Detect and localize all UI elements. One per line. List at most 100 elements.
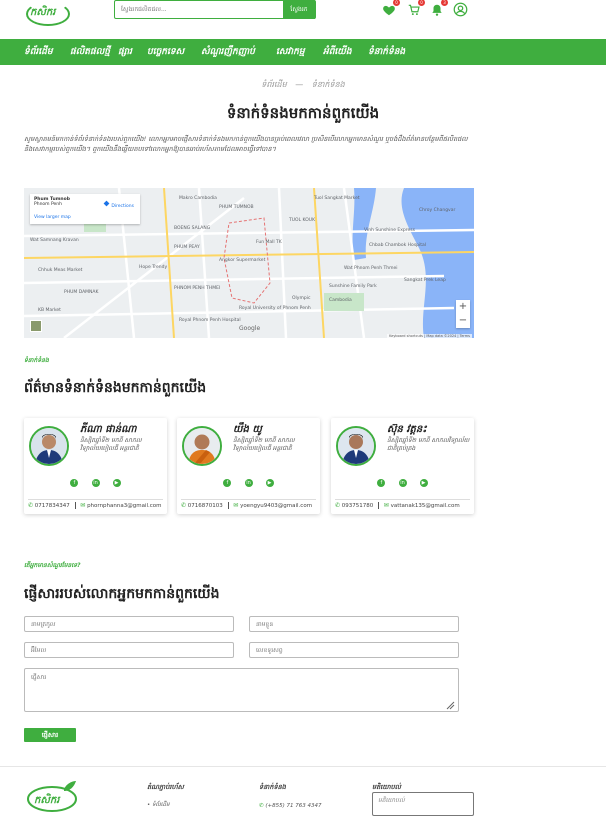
contact-page: កសិករ ស្វែងរក 0 0 3 ទំព័រដើម [0, 0, 606, 816]
map-label: Cambodia [329, 298, 352, 303]
map-label: Olympic [292, 296, 311, 301]
team-card: ភីណា ផាន់ណា និស្សិតឆ្នាំទី២ មកពី សាកលវិទ… [24, 418, 167, 514]
last-name-field[interactable] [24, 616, 234, 632]
team-card: ស៊ុន វត្តនះ និស្សិតឆ្នាំទី២ មកពី សាកលវិទ… [331, 418, 474, 514]
resize-grip-icon[interactable] [445, 700, 455, 710]
divider [227, 502, 229, 509]
search-bar: ស្វែងរក [114, 0, 316, 19]
feedback-input[interactable]: មតិយោបល់ [372, 792, 474, 816]
nav-item-contact[interactable]: ទំនាក់ទំនង [368, 39, 405, 65]
nav-item-faq[interactable]: សំណួរញឹកញាប់ [201, 39, 255, 65]
map-label: Angkor Supermarket [219, 258, 266, 263]
zoom-in-button[interactable]: + [456, 300, 470, 314]
footer-phone[interactable]: ✆ (+855) 71 763 4347 [259, 803, 322, 809]
map-label: Chroy Changvar [419, 208, 456, 213]
footer-logo[interactable]: កសិករ [24, 779, 80, 813]
directions-link[interactable]: Directions [103, 200, 134, 209]
wishlist-button[interactable]: 0 [382, 0, 400, 16]
linkedin-icon[interactable]: in [244, 479, 253, 487]
phone-field[interactable] [249, 642, 459, 658]
contact-title: ព័ត៌មានទំនាក់ទំនងមកកាន់ពួកយើង [24, 380, 207, 396]
avatar [336, 426, 376, 466]
facebook-icon[interactable]: f [223, 479, 232, 487]
map-place-card: Phum Tumnob Phnom Penh View larger map D… [30, 194, 140, 224]
map-label: Fun Mall TK [256, 240, 282, 245]
footer-link-home[interactable]: • ទំព័រដើម [147, 801, 169, 809]
form-subtitle: តើអ្នកមានសំណួរមែនទេ? [24, 562, 81, 569]
map-label: Royal University of Phnom Penh [239, 306, 311, 311]
breadcrumb: ទំព័រដើម — ទំនាក់ទំនង [0, 79, 606, 91]
first-name-field[interactable] [249, 616, 459, 632]
member-phone[interactable]: 0716870103 [188, 503, 223, 509]
divider [378, 502, 380, 509]
member-phone[interactable]: 0717834347 [35, 503, 70, 509]
nav-item-market[interactable]: ផ្សារ [118, 39, 132, 65]
map-label: Sangkat Prek Leap [404, 278, 446, 283]
cart-button[interactable]: 0 [407, 0, 425, 16]
view-larger-map-link[interactable]: View larger map [34, 215, 136, 220]
map-label: Royal Phnom Penh Hospital [179, 318, 241, 323]
breadcrumb-home[interactable]: ទំព័រដើម [261, 80, 286, 89]
phone-icon: ✆ [335, 502, 341, 509]
member-email[interactable]: phornphanna3@gmail.com [87, 503, 161, 509]
email-field[interactable] [24, 642, 234, 658]
phone-icon: ✆ [181, 502, 187, 509]
linkedin-icon[interactable]: in [398, 479, 407, 487]
nav-item-technique[interactable]: បច្ចេកទេស [147, 39, 184, 65]
map-label: Vinh Sunshine Express [364, 228, 415, 233]
member-contact: ✆ 0717834347 ✉ phornphanna3@gmail.com [28, 499, 163, 509]
wishlist-count: 0 [393, 0, 400, 6]
member-name: ស៊ុន វត្តនះ [387, 424, 427, 435]
map-satellite-toggle[interactable] [30, 320, 42, 332]
youtube-icon[interactable]: ▶ [265, 479, 274, 487]
account-button[interactable] [453, 2, 468, 17]
map-label: Wat Phnom Penh Thmei [344, 266, 398, 271]
member-phone[interactable]: 093751780 [342, 503, 374, 509]
zoom-out-button[interactable]: − [456, 314, 470, 328]
form-title: ផ្ញើសាររបស់លោកអ្នកមកកាន់ពួកយើង [24, 586, 220, 602]
footer-contact-title: ទំនាក់ទំនង [259, 783, 286, 791]
map-label: Makro Cambodia [179, 196, 217, 201]
email-icon: ✉ [383, 502, 389, 509]
facebook-icon[interactable]: f [70, 479, 79, 487]
nav-item-services[interactable]: សេវាកម្ម [276, 39, 305, 65]
notification-count: 3 [441, 0, 448, 6]
send-button[interactable]: ផ្ញើសារ [24, 728, 76, 742]
site-logo[interactable]: កសិករ [24, 0, 72, 28]
map-label: Tuol Sangkat Market [314, 196, 360, 201]
map-label: PHUM PEAY [174, 245, 200, 250]
map-attribution[interactable]: Keyboard shortcuts | Map data ©2024 | Te… [387, 334, 472, 338]
user-circle-icon [453, 2, 468, 17]
email-icon: ✉ [233, 502, 239, 509]
nav-item-about[interactable]: អំពីយើង [323, 39, 352, 65]
main-nav: ទំព័រដើម ផលិតផលថ្មី ផ្សារ បច្ចេកទេស សំណួ… [0, 39, 606, 65]
search-input[interactable] [115, 1, 283, 18]
top-header: កសិករ ស្វែងរក 0 0 3 [0, 0, 606, 38]
avatar [29, 426, 69, 466]
contact-subtitle: ទំនាក់ទំនង [24, 357, 49, 364]
notification-button[interactable]: 3 [430, 0, 448, 16]
nav-item-home[interactable]: ទំព័រដើម [24, 39, 53, 65]
message-field[interactable] [24, 668, 459, 712]
map-label: TUOL KOUK [289, 218, 316, 223]
nav-item-new-products[interactable]: ផលិតផលថ្មី [70, 39, 110, 65]
youtube-icon[interactable]: ▶ [112, 479, 121, 487]
header-icons: 0 0 3 [380, 0, 470, 18]
member-email[interactable]: yoengyu9403@gmail.com [240, 503, 312, 509]
footer-logo-text: កសិករ [34, 795, 60, 806]
map-label: PHNOM PENH THMEI [174, 286, 221, 291]
phone-icon: ✆ [259, 803, 264, 809]
cart-count: 0 [418, 0, 425, 6]
location-map[interactable]: Makro Cambodia Wat Samnang Kravan PHUM T… [24, 188, 474, 338]
member-name: យឹង យូ [233, 424, 262, 435]
member-email[interactable]: vattanak135@gmail.com [391, 503, 460, 509]
page-title: ទំនាក់ទំនងមកកាន់ពួកយើង [226, 104, 380, 122]
member-name: ភីណា ផាន់ណា [80, 424, 137, 435]
search-button[interactable]: ស្វែងរក [283, 0, 315, 19]
map-label: Sunshine Family Park [329, 284, 377, 289]
facebook-icon[interactable]: f [377, 479, 386, 487]
map-label: KB Market [38, 308, 61, 313]
linkedin-icon[interactable]: in [91, 479, 100, 487]
team-card: យឹង យូ និស្សិតឆ្នាំទី២ មកពី សាកលវិទ្យាល័… [177, 418, 320, 514]
youtube-icon[interactable]: ▶ [419, 479, 428, 487]
